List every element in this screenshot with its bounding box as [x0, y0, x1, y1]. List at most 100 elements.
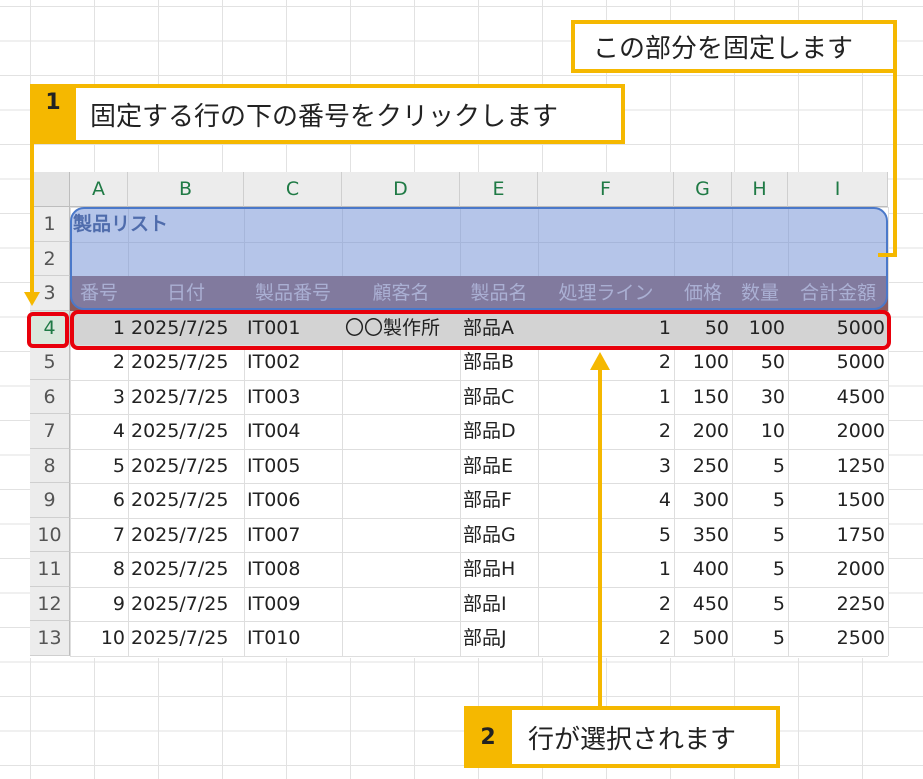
data-cell[interactable]: 2025/7/25	[131, 483, 241, 518]
data-cell[interactable]: 部品H	[463, 552, 535, 587]
row-header-12[interactable]: 12	[30, 586, 70, 621]
column-header-a[interactable]: A	[70, 172, 128, 207]
data-cell[interactable]: 1500	[791, 483, 885, 518]
data-cell[interactable]: 350	[677, 518, 729, 553]
data-cell[interactable]: 450	[677, 587, 729, 622]
data-cell[interactable]: IT002	[247, 345, 339, 380]
data-cell[interactable]: 2	[541, 414, 671, 449]
data-cell[interactable]: 2000	[791, 552, 885, 587]
row-header-11[interactable]: 11	[30, 552, 70, 587]
row-header-7[interactable]: 7	[30, 414, 70, 449]
data-cell[interactable]: IT007	[247, 518, 339, 553]
data-cell[interactable]: 2025/7/25	[131, 587, 241, 622]
selected-row-header-outline	[27, 312, 69, 348]
data-cell[interactable]: 6	[73, 483, 125, 518]
data-cell[interactable]: 5	[541, 518, 671, 553]
data-cell[interactable]: 5	[735, 621, 785, 656]
row-header-9[interactable]: 9	[30, 483, 70, 518]
data-cell[interactable]: 10	[73, 621, 125, 656]
data-cell[interactable]: 300	[677, 483, 729, 518]
data-cell[interactable]: 部品J	[463, 621, 535, 656]
data-cell[interactable]: 150	[677, 380, 729, 415]
data-cell[interactable]: 200	[677, 414, 729, 449]
data-cell[interactable]: 4500	[791, 380, 885, 415]
column-header-d[interactable]: D	[342, 172, 460, 207]
row-header-13[interactable]: 13	[30, 621, 70, 656]
data-cell[interactable]: 9	[73, 587, 125, 622]
data-cell[interactable]: 2025/7/25	[131, 345, 241, 380]
data-cell[interactable]: 3	[73, 380, 125, 415]
data-cell[interactable]: 2250	[791, 587, 885, 622]
data-cell[interactable]: IT005	[247, 449, 339, 484]
row-header-1[interactable]: 1	[30, 207, 70, 242]
data-cell[interactable]: 部品G	[463, 518, 535, 553]
data-cell[interactable]: 部品C	[463, 380, 535, 415]
data-cell[interactable]: IT004	[247, 414, 339, 449]
data-cell[interactable]: 30	[735, 380, 785, 415]
data-cell[interactable]: 2025/7/25	[131, 621, 241, 656]
data-cell[interactable]: 部品E	[463, 449, 535, 484]
data-cell[interactable]: 部品B	[463, 345, 535, 380]
data-cell[interactable]: 2000	[791, 414, 885, 449]
data-cell[interactable]: IT009	[247, 587, 339, 622]
data-cell[interactable]: 部品I	[463, 587, 535, 622]
data-cell[interactable]: 7	[73, 518, 125, 553]
data-cell[interactable]: 5	[73, 449, 125, 484]
data-cell[interactable]: 5000	[791, 345, 885, 380]
row-header-5[interactable]: 5	[30, 345, 70, 380]
data-cell[interactable]: 1	[541, 380, 671, 415]
step1-text: 固定する行の下の番号をクリックします	[90, 101, 559, 132]
step2-number: 2	[480, 724, 496, 750]
data-cell[interactable]: 2	[541, 587, 671, 622]
data-cell[interactable]: 5	[735, 552, 785, 587]
freeze-note-callout: この部分を固定します	[571, 20, 897, 73]
data-cell[interactable]: 2025/7/25	[131, 518, 241, 553]
row-header-6[interactable]: 6	[30, 379, 70, 414]
data-cell[interactable]: 100	[677, 345, 729, 380]
data-cell[interactable]: 2025/7/25	[131, 449, 241, 484]
data-cell[interactable]: 10	[735, 414, 785, 449]
row-header-8[interactable]: 8	[30, 448, 70, 483]
data-cell[interactable]: IT003	[247, 380, 339, 415]
data-cell[interactable]: 2	[541, 621, 671, 656]
data-cell[interactable]: 5	[735, 587, 785, 622]
data-cell[interactable]: 2500	[791, 621, 885, 656]
step1-connector	[30, 144, 34, 294]
step2-badge: 2	[464, 706, 512, 768]
column-header-e[interactable]: E	[460, 172, 538, 207]
data-cell[interactable]: 部品D	[463, 414, 535, 449]
column-header-f[interactable]: F	[538, 172, 674, 207]
data-cell[interactable]: 1750	[791, 518, 885, 553]
data-cell[interactable]: 3	[541, 449, 671, 484]
data-cell[interactable]: 4	[73, 414, 125, 449]
data-cell[interactable]: IT006	[247, 483, 339, 518]
data-cell[interactable]: 8	[73, 552, 125, 587]
data-cell[interactable]: 50	[735, 345, 785, 380]
column-header-b[interactable]: B	[128, 172, 244, 207]
data-cell[interactable]: 2025/7/25	[131, 380, 241, 415]
data-cell[interactable]: 2025/7/25	[131, 414, 241, 449]
data-cell[interactable]: 250	[677, 449, 729, 484]
data-cell[interactable]: 5	[735, 449, 785, 484]
select-all-corner[interactable]	[30, 172, 70, 207]
column-header-i[interactable]: I	[788, 172, 888, 207]
data-cell[interactable]: IT010	[247, 621, 339, 656]
column-header-c[interactable]: C	[244, 172, 342, 207]
data-cell[interactable]: 部品F	[463, 483, 535, 518]
row-header-2[interactable]: 2	[30, 241, 70, 276]
column-header-g[interactable]: G	[674, 172, 732, 207]
data-cell[interactable]: 2025/7/25	[131, 552, 241, 587]
row-header-10[interactable]: 10	[30, 517, 70, 552]
step2-text: 行が選択されます	[528, 724, 737, 755]
data-cell[interactable]: IT008	[247, 552, 339, 587]
data-cell[interactable]: 400	[677, 552, 729, 587]
data-cell[interactable]: 4	[541, 483, 671, 518]
data-cell[interactable]: 5	[735, 483, 785, 518]
data-cell[interactable]: 1	[541, 552, 671, 587]
data-cell[interactable]: 1250	[791, 449, 885, 484]
column-header-h[interactable]: H	[732, 172, 788, 207]
data-cell[interactable]: 2	[73, 345, 125, 380]
freeze-note-connector-bottom	[878, 253, 897, 257]
data-cell[interactable]: 500	[677, 621, 729, 656]
data-cell[interactable]: 5	[735, 518, 785, 553]
